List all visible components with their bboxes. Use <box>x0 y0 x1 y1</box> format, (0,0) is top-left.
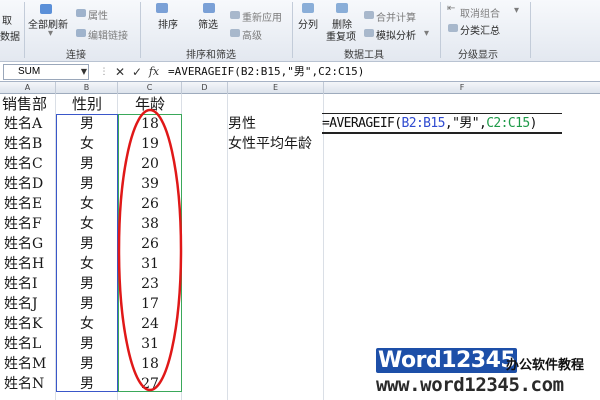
filter-icon <box>203 3 215 13</box>
properties-icon <box>76 9 86 17</box>
watermark-logo: Word12345 <box>376 348 518 373</box>
watermark-logo-text: Word12345 <box>376 348 518 373</box>
advanced-icon <box>230 29 240 37</box>
column-headers: A B C D E F <box>0 82 600 94</box>
refresh-icon <box>40 4 52 14</box>
insert-function-icon[interactable]: fx <box>146 64 162 80</box>
get-data-label-2[interactable]: 数据 <box>0 28 20 43</box>
group-label-outline: 分级显示 <box>458 50 498 61</box>
consolidate-button[interactable]: 合并计算 <box>376 9 416 24</box>
column-header-f[interactable]: F <box>324 82 600 94</box>
column-header-c[interactable]: C <box>118 82 182 94</box>
column-header-d[interactable]: D <box>182 82 228 94</box>
separator <box>140 2 141 58</box>
cancel-icon[interactable]: ✕ <box>112 64 128 80</box>
advanced-button[interactable]: 高级 <box>242 27 262 42</box>
ungroup-button[interactable]: 取消组合 <box>460 5 500 20</box>
text-to-columns-icon <box>302 3 314 13</box>
separator <box>440 2 441 58</box>
separator <box>292 2 293 58</box>
ribbon: 取 数据 全部刷新 ▾ 属性 编辑链接 连接 排序 筛选 重新应用 高级 排序和… <box>0 0 600 62</box>
remove-duplicates-icon <box>336 3 348 13</box>
filter-button[interactable]: 筛选 <box>198 16 218 31</box>
reapply-icon <box>230 11 240 19</box>
what-if-icon <box>364 29 374 37</box>
sort-icon <box>156 3 168 13</box>
chevron-down-icon[interactable]: ▾ <box>424 28 429 39</box>
formula-bar-drag-icon: ⋮ <box>99 67 109 77</box>
get-data-label-1[interactable]: 取 <box>2 12 12 27</box>
column-header-e[interactable]: E <box>228 82 324 94</box>
separator <box>24 2 25 58</box>
separator <box>530 2 531 58</box>
column-header-a[interactable]: A <box>0 82 56 94</box>
edit-links-button[interactable]: 编辑链接 <box>88 27 128 42</box>
chevron-down-icon[interactable]: ▾ <box>514 5 519 16</box>
remove-duplicates-button-line-2[interactable]: 重复项 <box>326 28 356 43</box>
properties-button[interactable]: 属性 <box>88 7 108 22</box>
name-box-dropdown-icon[interactable]: ▼ <box>76 64 92 80</box>
group-label-sort-filter: 排序和筛选 <box>186 50 236 61</box>
group-label-connections: 连接 <box>66 50 86 61</box>
formula-input[interactable]: =AVERAGEIF(B2:B15,"男",C2:C15) <box>168 64 596 80</box>
sort-button[interactable]: 排序 <box>158 16 178 31</box>
what-if-analysis-button[interactable]: 模拟分析 <box>376 27 416 42</box>
watermark-url: www.word12345.com <box>376 374 564 396</box>
column-header-b[interactable]: B <box>56 82 118 94</box>
watermark-tagline: 办公软件教程 <box>506 358 585 373</box>
reapply-button[interactable]: 重新应用 <box>242 9 282 24</box>
enter-icon[interactable]: ✓ <box>129 64 145 80</box>
consolidate-icon <box>364 11 374 19</box>
annotation-ellipse-shape <box>117 108 183 392</box>
link-icon <box>76 29 86 37</box>
text-to-columns-button[interactable]: 分列 <box>298 16 318 31</box>
subtotal-button[interactable]: 分类汇总 <box>460 22 500 37</box>
ungroup-icon: ⇤ <box>447 3 456 14</box>
chevron-down-icon[interactable]: ▾ <box>48 28 53 39</box>
formula-bar: SUM ▼ ⋮ ✕ ✓ fx =AVERAGEIF(B2:B15,"男",C2:… <box>0 62 600 82</box>
group-label-data-tools: 数据工具 <box>344 50 384 61</box>
watermark: Word12345 办公软件教程 www.word12345.com <box>372 344 598 398</box>
subtotal-icon <box>448 24 458 32</box>
